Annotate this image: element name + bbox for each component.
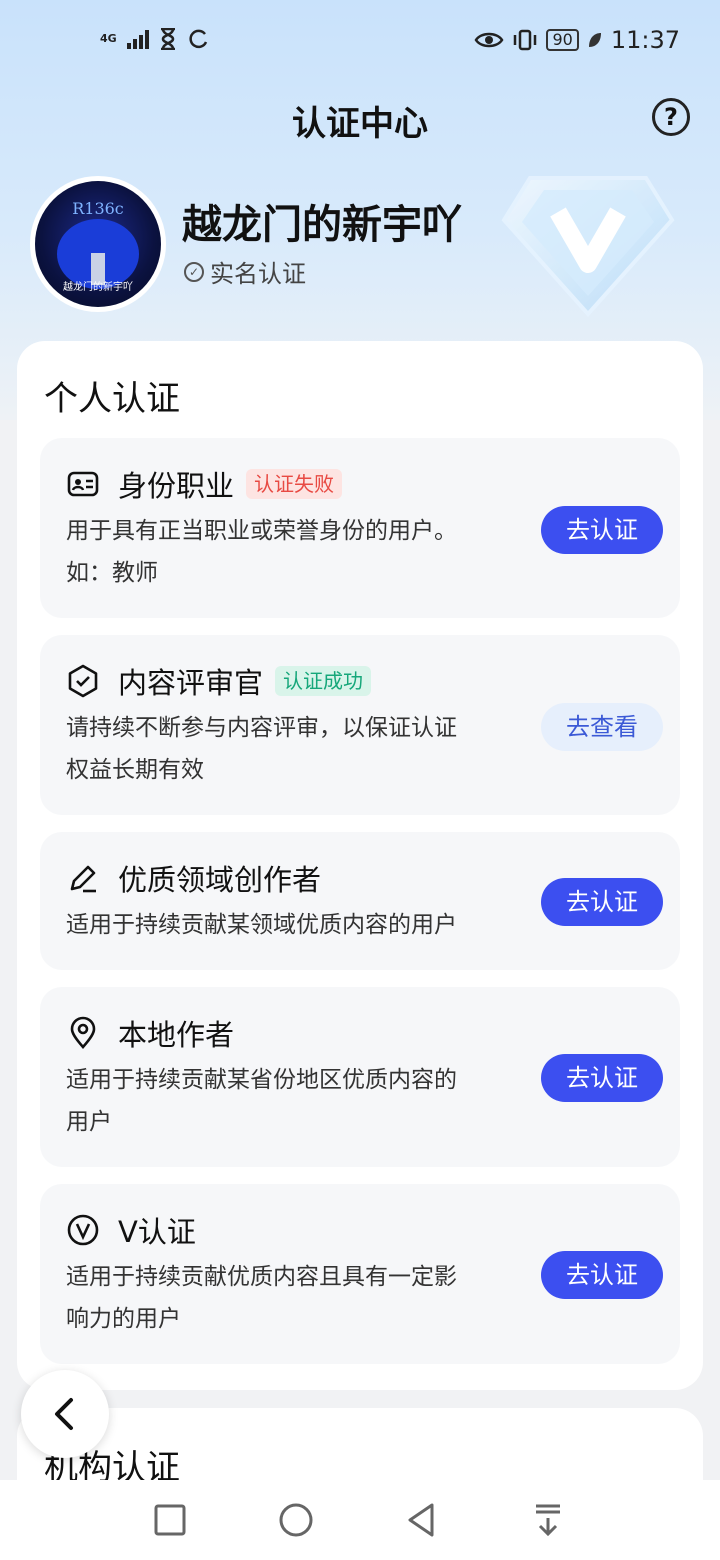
- avatar-text-bottom: 越龙门的新宇吖: [63, 282, 133, 293]
- v-circle-icon: [67, 1214, 99, 1246]
- pen-icon: [70, 865, 96, 893]
- cert-item-desc: 用于具有正当职业或荣誉身份的用户。 如：教师: [66, 510, 506, 594]
- cert-item-desc-line: 响力的用户: [66, 1306, 181, 1332]
- question-circle-icon[interactable]: ?: [652, 98, 690, 136]
- verify-label: 实名认证: [210, 260, 306, 288]
- status-right: 90 11:37: [474, 26, 680, 54]
- back-triangle-icon[interactable]: [402, 1500, 442, 1540]
- status-bar: 4G 90 11:37: [0, 0, 720, 84]
- apply-local-author-button[interactable]: 去认证: [541, 1054, 663, 1102]
- signal-icon: [126, 29, 149, 49]
- apply-identity-button[interactable]: 去认证: [541, 506, 663, 554]
- cert-item-head: 优质领域创作者: [66, 858, 321, 898]
- apply-v-button[interactable]: 去认证: [541, 1251, 663, 1299]
- cert-item-desc-line: 权益长期有效: [66, 757, 204, 783]
- status-left: 4G: [100, 28, 209, 50]
- system-nav-bar: [0, 1480, 720, 1560]
- cert-item-desc-line: 请持续不断参与内容评审，以保证认证: [66, 715, 457, 741]
- clock: 11:37: [610, 26, 680, 54]
- cert-item-desc-line: 用户: [66, 1109, 112, 1135]
- cert-item-v: V认证 适用于持续贡献优质内容且具有一定影 响力的用户 去认证: [40, 1184, 680, 1364]
- cert-item-reviewer: 内容评审官 认证成功 请持续不断参与内容评审，以保证认证 权益长期有效 去查看: [40, 635, 680, 815]
- cert-item-head: 身份职业 认证失败: [66, 464, 343, 504]
- cert-item-desc: 请持续不断参与内容评审，以保证认证 权益长期有效: [66, 707, 506, 791]
- status-badge-success: 认证成功: [275, 666, 372, 696]
- home-icon[interactable]: [276, 1500, 316, 1540]
- cert-item-desc: 适用于持续贡献某领域优质内容的用户: [66, 904, 506, 946]
- avatar-image: R136c 越龙门的新宇吖: [35, 181, 161, 307]
- page-title: 认证中心: [292, 104, 428, 144]
- cert-item-desc-line: 适用于持续贡献优质内容且具有一定影: [66, 1264, 457, 1290]
- view-reviewer-button[interactable]: 去查看: [541, 703, 663, 751]
- network-label: 4G: [100, 32, 117, 45]
- battery-indicator: 90: [546, 29, 579, 51]
- v-badge-icon: [501, 176, 675, 318]
- cert-item-title: 优质领域创作者: [118, 863, 322, 897]
- check-circle-icon: ✓: [184, 261, 204, 282]
- cert-item-desc: 适用于持续贡献某省份地区优质内容的 用户: [66, 1059, 506, 1143]
- real-name-verification: ✓ 实名认证: [184, 254, 306, 289]
- cert-item-title: 内容评审官: [118, 666, 264, 700]
- chevron-left-icon: [55, 1398, 73, 1430]
- sync-icon: [189, 29, 207, 49]
- apply-creator-button[interactable]: 去认证: [541, 878, 663, 926]
- user-name: 越龙门的新宇吖: [182, 202, 462, 248]
- cert-item-local-author: 本地作者 适用于持续贡献某省份地区优质内容的 用户 去认证: [40, 987, 680, 1167]
- vibrate-icon: [514, 29, 537, 51]
- avatar-text-top: R136c: [72, 199, 124, 218]
- cert-item-head: 本地作者: [66, 1013, 234, 1053]
- cert-item-title: 本地作者: [118, 1018, 235, 1052]
- cert-item-desc-line: 适用于持续贡献某省份地区优质内容的: [66, 1067, 457, 1093]
- recent-apps-icon[interactable]: [150, 1500, 190, 1540]
- cert-item-identity: 身份职业 认证失败 用于具有正当职业或荣誉身份的用户。 如：教师 去认证: [40, 438, 680, 618]
- eye-icon: [474, 32, 504, 48]
- cert-item-desc-line: 如：教师: [66, 560, 158, 586]
- back-button[interactable]: [21, 1370, 109, 1458]
- cert-item-title: 身份职业: [118, 469, 235, 503]
- cert-item-desc: 适用于持续贡献优质内容且具有一定影 响力的用户: [66, 1256, 506, 1340]
- avatar[interactable]: R136c 越龙门的新宇吖: [30, 176, 166, 312]
- section-title-personal: 个人认证: [44, 379, 180, 419]
- personal-certification-card: 个人认证 身份职业 认证失败 用于具有正当职业或荣誉身份的用户。 如：教师 去认…: [17, 341, 703, 1390]
- cert-item-desc-line: 用于具有正当职业或荣誉身份的用户。: [66, 518, 457, 544]
- status-badge-failed: 认证失败: [246, 469, 343, 499]
- cert-item-title: V认证: [118, 1215, 196, 1249]
- hourglass-icon: [160, 28, 175, 50]
- cert-item-desc-line: 适用于持续贡献某领域优质内容的用户: [66, 912, 457, 938]
- cert-item-head: V认证: [66, 1210, 196, 1250]
- cert-item-creator: 优质领域创作者 适用于持续贡献某领域优质内容的用户 去认证: [40, 832, 680, 970]
- location-pin-icon: [70, 1016, 96, 1049]
- id-card-icon: [67, 471, 99, 497]
- shield-check-icon: [68, 664, 98, 698]
- leaf-icon: [588, 33, 601, 47]
- notification-pull-icon[interactable]: [528, 1500, 568, 1540]
- cert-item-head: 内容评审官 认证成功: [66, 661, 372, 701]
